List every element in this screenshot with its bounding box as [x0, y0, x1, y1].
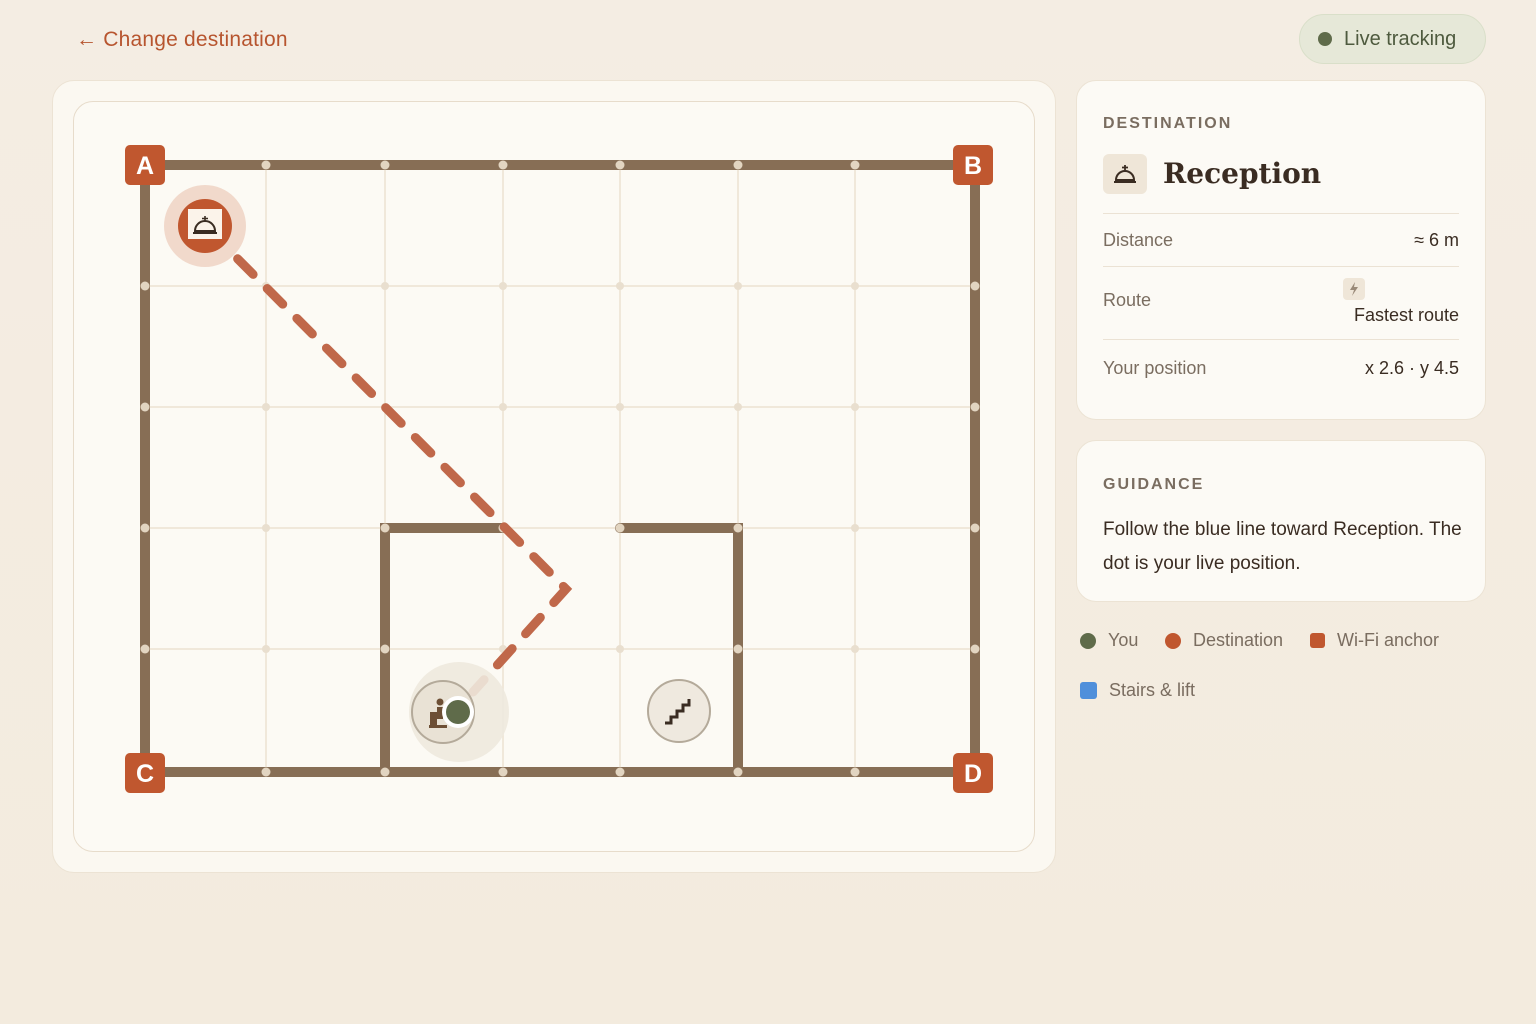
live-tracking-label: Live tracking	[1344, 27, 1457, 50]
svg-text:D: D	[964, 760, 982, 788]
anchor-d: D	[953, 753, 993, 793]
lightning-icon	[1343, 278, 1365, 300]
svg-text:A: A	[136, 152, 154, 180]
wifi-anchor-icon	[1310, 633, 1325, 648]
route-value: Fastest route	[1353, 305, 1459, 325]
map-card: A B C D	[52, 80, 1056, 873]
legend-destination: Destination	[1165, 630, 1283, 651]
anchor-b: B	[953, 145, 993, 185]
legend-destination-label: Destination	[1193, 630, 1284, 650]
svg-text:B: B	[964, 152, 982, 180]
change-destination-link[interactable]: ← Change destination	[76, 28, 288, 52]
legend-stairs: Stairs & lift	[1080, 680, 1195, 701]
grid-lines	[145, 165, 975, 772]
position-label: Your position	[1103, 358, 1207, 378]
guidance-section-label: GUIDANCE	[1103, 476, 1205, 493]
anchor-c: C	[125, 753, 165, 793]
service-bell-icon	[1103, 154, 1147, 194]
walls	[140, 160, 980, 777]
you-marker	[409, 662, 509, 762]
guidance-panel: GUIDANCE Follow the blue line toward Rec…	[1076, 440, 1486, 602]
anchor-a: A	[125, 145, 165, 185]
distance-value: ≈ 6 m	[1414, 230, 1459, 250]
legend-wifi-label: Wi-Fi anchor	[1337, 630, 1440, 650]
destination-marker[interactable]	[164, 185, 246, 267]
position-row: Your position x 2.6 · y 4.5	[1103, 339, 1459, 400]
live-tracking-badge: Live tracking	[1299, 14, 1486, 64]
legend-wifi: Wi-Fi anchor	[1310, 630, 1439, 651]
live-status-dot	[1318, 32, 1332, 46]
legend-you: You	[1080, 630, 1138, 651]
distance-label: Distance	[1103, 230, 1174, 250]
svg-text:C: C	[136, 760, 154, 788]
stairs-lift-icon	[1080, 682, 1097, 699]
stairs-marker[interactable]	[647, 679, 711, 743]
route-row: Route Fastest route	[1103, 266, 1459, 339]
destination-dot-icon	[1165, 632, 1181, 649]
floor-map[interactable]: A B C D	[73, 101, 1035, 852]
destination-panel: DESTINATION Reception Distance ≈ 6 m Rou…	[1076, 80, 1486, 420]
destination-section-label: DESTINATION	[1103, 115, 1233, 132]
route-label: Route	[1103, 290, 1152, 310]
destination-name: Reception	[1163, 157, 1322, 190]
distance-row: Distance ≈ 6 m	[1103, 213, 1459, 266]
position-value: x 2.6 · y 4.5	[1364, 358, 1459, 378]
legend-stairs-label: Stairs & lift	[1109, 680, 1196, 700]
guidance-text: Follow the blue line toward Reception. T…	[1103, 519, 1462, 574]
legend-you-label: You	[1108, 630, 1139, 650]
you-dot-icon	[1080, 632, 1096, 649]
floor-plan-svg: A B C D	[125, 145, 993, 793]
